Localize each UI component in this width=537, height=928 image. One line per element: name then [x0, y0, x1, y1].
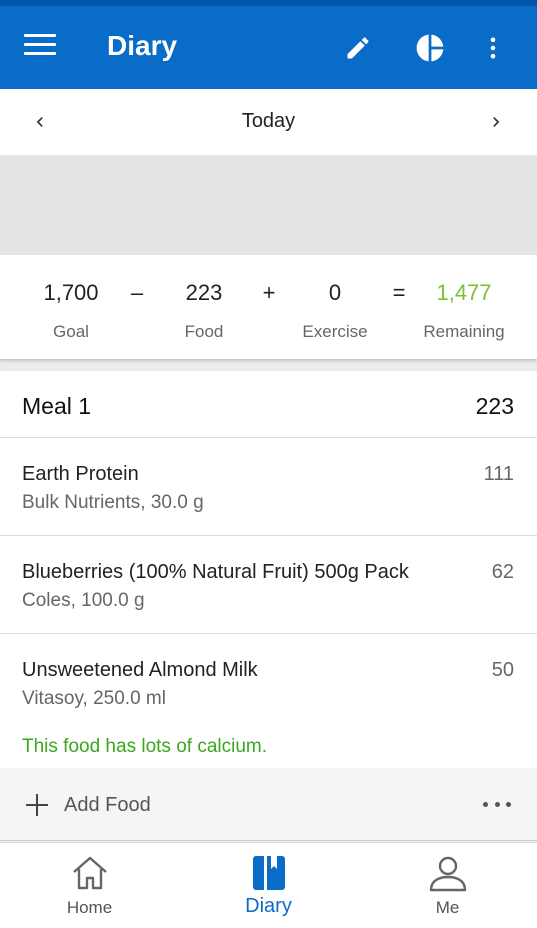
food-calories: 62	[491, 561, 514, 583]
tab-me[interactable]: Me	[358, 843, 537, 928]
food-value: 223	[185, 280, 223, 305]
food-name: Blueberries (100% Natural Fruit) 500g Pa…	[22, 561, 409, 583]
calorie-summary[interactable]: 1,700 Goal – 223 Food + 0 Exercise = 1,4…	[0, 255, 537, 359]
goal-value: 1,700	[43, 280, 99, 305]
tab-diary[interactable]: Diary	[179, 843, 358, 928]
meal-name: Meal 1	[22, 393, 92, 419]
plus-operator: +	[262, 280, 276, 305]
more-horiz-icon[interactable]	[483, 794, 511, 814]
more-vert-icon[interactable]	[475, 30, 511, 66]
date-navigation: Today	[0, 89, 537, 155]
chevron-right-icon[interactable]	[481, 107, 511, 137]
food-name: Earth Protein	[22, 463, 139, 485]
person-icon	[428, 853, 468, 893]
food-calories: 50	[491, 659, 514, 681]
goal-label: Goal	[53, 322, 89, 341]
tab-label: Me	[435, 898, 460, 917]
food-calories: 111	[483, 463, 514, 485]
exercise-value: 0	[328, 280, 342, 305]
diary-book-icon	[249, 853, 289, 893]
app-bar: Diary	[0, 6, 537, 89]
food-nutrition-note: This food has lots of calcium.	[22, 736, 267, 757]
food-label: Food	[184, 322, 224, 341]
food-description: Bulk Nutrients, 30.0 g	[22, 492, 204, 513]
pencil-icon[interactable]	[340, 30, 376, 66]
plus-icon	[24, 792, 50, 818]
food-item-earth-protein[interactable]: Earth Protein Bulk Nutrients, 30.0 g 111	[0, 439, 537, 536]
meal-calories: 223	[475, 393, 514, 419]
add-food-button[interactable]: Add Food	[24, 790, 151, 820]
date-label[interactable]: Today	[0, 110, 537, 133]
food-description: Vitasoy, 250.0 ml	[22, 688, 166, 709]
pie-chart-icon[interactable]	[412, 30, 448, 66]
food-item-blueberries[interactable]: Blueberries (100% Natural Fruit) 500g Pa…	[0, 537, 537, 634]
food-name: Unsweetened Almond Milk	[22, 659, 258, 681]
remaining-value: 1,477	[436, 280, 492, 305]
add-food-label: Add Food	[64, 793, 151, 816]
food-item-almond-milk[interactable]: Unsweetened Almond Milk Vitasoy, 250.0 m…	[0, 635, 537, 768]
home-icon	[70, 853, 110, 893]
tab-label: Home	[66, 898, 113, 917]
minus-operator: –	[130, 280, 144, 305]
bottom-navigation: Home Diary Me	[0, 842, 537, 928]
tab-label: Diary	[245, 895, 292, 917]
exercise-label: Exercise	[302, 322, 368, 341]
tab-home[interactable]: Home	[0, 843, 179, 928]
remaining-label: Remaining	[423, 322, 505, 341]
menu-icon[interactable]	[24, 34, 56, 60]
meal-card: Meal 1 223 Earth Protein Bulk Nutrients,…	[0, 371, 537, 841]
food-description: Coles, 100.0 g	[22, 590, 145, 611]
meal-header[interactable]: Meal 1 223	[0, 371, 537, 438]
add-food-row: Add Food	[0, 768, 537, 841]
ad-placeholder	[0, 155, 537, 255]
page-title: Diary	[107, 30, 178, 61]
equals-operator: =	[392, 280, 406, 305]
